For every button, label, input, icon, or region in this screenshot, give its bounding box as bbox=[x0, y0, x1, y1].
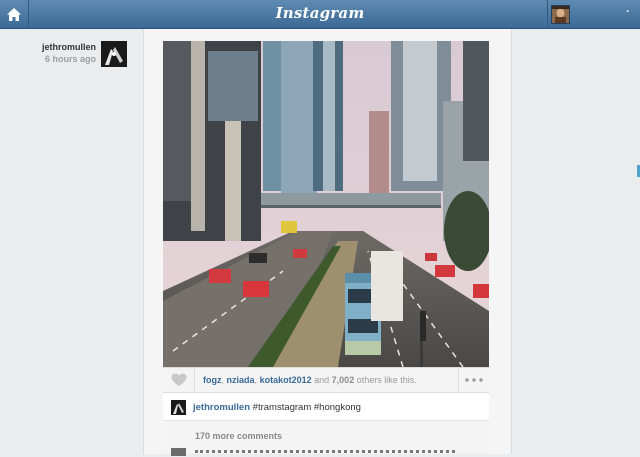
likes-summary: fogz, nziada, kotakot2012 and 7,002 othe… bbox=[203, 375, 417, 385]
instagram-logo[interactable]: Instagram bbox=[0, 4, 640, 22]
caption-text: jethromullen #tramstagram #hongkong bbox=[193, 402, 361, 413]
likes-others-count: 7,002 bbox=[331, 375, 355, 385]
liker-link[interactable]: fogz bbox=[203, 375, 222, 385]
likes-others-suffix: others like this. bbox=[356, 375, 417, 385]
liker-separator: , bbox=[221, 375, 225, 385]
caption-avatar-image bbox=[171, 400, 186, 415]
liker-link[interactable]: kotakot2012 bbox=[260, 375, 312, 385]
street-scene-photo bbox=[163, 41, 489, 367]
caption-row: jethromullen #tramstagram #hongkong bbox=[163, 393, 489, 421]
likes-others-prefix: and bbox=[314, 375, 330, 385]
more-options-button[interactable] bbox=[458, 368, 489, 392]
liker-link[interactable]: nziada bbox=[227, 375, 255, 385]
topbar-divider bbox=[547, 0, 548, 28]
ellipsis-icon bbox=[465, 378, 483, 382]
post-owner-avatar[interactable] bbox=[101, 41, 127, 67]
more-comments-link[interactable]: 170 more comments bbox=[195, 431, 282, 441]
top-navigation-bar: Instagram · bbox=[0, 0, 640, 29]
comment-avatar[interactable] bbox=[171, 448, 186, 456]
like-button[interactable] bbox=[163, 368, 195, 392]
liker-separator: , bbox=[254, 375, 258, 385]
user-avatar bbox=[552, 6, 569, 23]
post-timestamp: 6 hours ago bbox=[44, 54, 96, 64]
post-meta: jethromullen 6 hours ago bbox=[0, 42, 96, 64]
owner-avatar-image bbox=[101, 41, 127, 67]
heart-icon bbox=[171, 373, 186, 386]
caption-avatar[interactable] bbox=[171, 400, 186, 415]
topbar-menu-button[interactable]: · bbox=[622, 6, 634, 18]
profile-avatar-button[interactable] bbox=[551, 5, 570, 24]
likes-bar: fogz, nziada, kotakot2012 and 7,002 othe… bbox=[163, 367, 489, 393]
comments-area: 170 more comments bbox=[163, 421, 489, 456]
caption-body: #tramstagram #hongkong bbox=[252, 402, 361, 413]
post-owner-username[interactable]: jethromullen bbox=[0, 42, 96, 52]
caption-username[interactable]: jethromullen bbox=[193, 402, 250, 413]
post-photo[interactable] bbox=[163, 41, 489, 367]
